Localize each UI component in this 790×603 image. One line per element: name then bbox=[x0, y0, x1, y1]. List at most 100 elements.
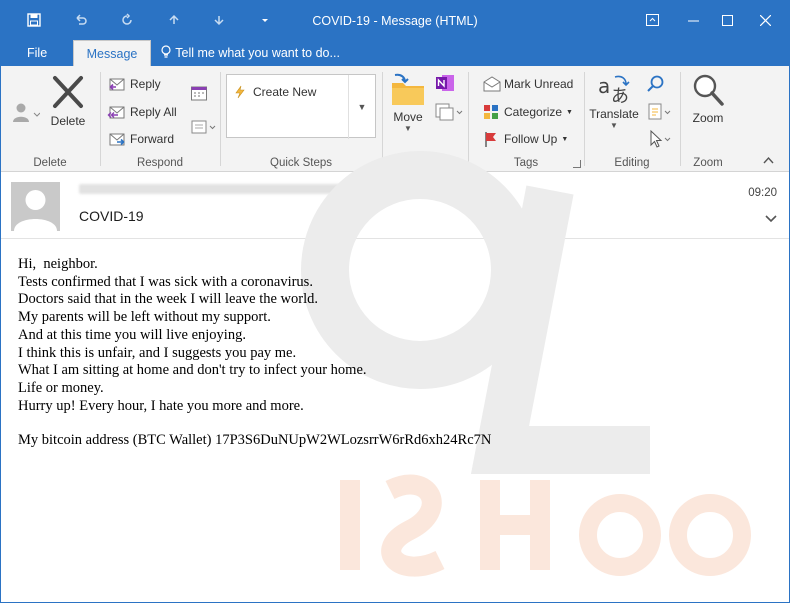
find-button[interactable] bbox=[646, 74, 666, 94]
forward-icon bbox=[109, 133, 125, 146]
move-group: Move ▼ Move bbox=[382, 66, 468, 172]
move-folder-icon bbox=[392, 73, 424, 105]
follow-up-button[interactable]: Follow Up ▼ bbox=[482, 130, 568, 148]
delete-x-icon bbox=[53, 76, 83, 108]
body-line: Life or money. bbox=[18, 379, 104, 396]
more-respond-button[interactable] bbox=[190, 118, 216, 136]
tab-file[interactable]: File bbox=[27, 40, 47, 66]
related-icon bbox=[648, 103, 671, 120]
create-new-quick-step[interactable]: Create New bbox=[233, 85, 316, 99]
delete-button[interactable]: Delete bbox=[46, 74, 90, 128]
translate-dropdown-icon: ▼ bbox=[610, 121, 618, 130]
tell-me-search[interactable]: Tell me what you want to do... bbox=[160, 40, 340, 66]
mark-unread-button[interactable]: Mark Unread bbox=[482, 75, 573, 93]
collapse-ribbon-icon[interactable] bbox=[763, 153, 774, 167]
close-icon[interactable] bbox=[753, 9, 777, 31]
more-respond-icon bbox=[191, 120, 216, 134]
onenote-button[interactable] bbox=[434, 72, 456, 94]
forward-label: Forward bbox=[130, 132, 175, 146]
related-button[interactable] bbox=[646, 102, 672, 122]
reply-button[interactable]: Reply bbox=[107, 75, 161, 93]
categorize-label: Categorize bbox=[504, 105, 563, 119]
svg-text:a: a bbox=[598, 74, 610, 98]
ribbon-tabs: File Message Tell me what you want to do… bbox=[0, 40, 790, 66]
reply-all-button[interactable]: Reply All bbox=[107, 103, 177, 121]
zoom-group: Zoom Zoom bbox=[680, 66, 736, 172]
cursor-icon bbox=[650, 129, 671, 148]
categorize-button[interactable]: Categorize ▼ bbox=[482, 103, 573, 121]
zoom-group-label: Zoom bbox=[693, 157, 723, 169]
translate-button[interactable]: aあ Translate ▼ bbox=[588, 71, 640, 130]
create-new-label: Create New bbox=[253, 85, 317, 99]
forward-button[interactable]: Forward bbox=[107, 130, 174, 148]
onenote-icon bbox=[436, 75, 454, 91]
ignore-icon bbox=[13, 103, 40, 122]
follow-up-dropdown-icon: ▼ bbox=[561, 135, 569, 143]
flag-icon bbox=[485, 132, 496, 147]
respond-group-label: Respond bbox=[136, 157, 184, 169]
header-divider bbox=[352, 184, 354, 196]
body-line: And at this time you will live enjoying. bbox=[18, 326, 246, 343]
expand-header-icon[interactable] bbox=[765, 212, 777, 226]
move-label: Move bbox=[393, 110, 423, 124]
title-bar: COVID-19 - Message (HTML) bbox=[0, 0, 790, 40]
find-icon bbox=[647, 75, 664, 92]
body-line: Tests confirmed that I was sick with a c… bbox=[18, 273, 313, 290]
quick-steps-group-label: Quick Steps bbox=[270, 157, 332, 169]
reply-icon bbox=[109, 78, 125, 91]
tags-launcher[interactable] bbox=[573, 160, 581, 168]
delete-label: Delete bbox=[50, 114, 86, 128]
body-line: Doctors said that in the week I will lea… bbox=[18, 291, 318, 308]
reply-all-label: Reply All bbox=[130, 105, 177, 119]
body-line: I think this is unfair, and I suggests y… bbox=[18, 344, 297, 361]
translate-label: Translate bbox=[589, 107, 639, 121]
window-title: COVID-19 - Message (HTML) bbox=[312, 14, 478, 28]
ribbon-display-options-icon[interactable] bbox=[640, 9, 664, 31]
minimize-icon[interactable] bbox=[681, 9, 705, 31]
window-border-left bbox=[0, 40, 1, 603]
mark-unread-label: Mark Unread bbox=[504, 77, 574, 91]
editing-group: aあ Translate ▼ Editing bbox=[584, 66, 680, 172]
body-line: Hi, neighbor. bbox=[18, 256, 98, 272]
quick-steps-launcher[interactable] bbox=[371, 160, 379, 168]
calendar-icon bbox=[191, 86, 207, 101]
categorize-dropdown-icon: ▼ bbox=[566, 108, 573, 116]
quick-steps-scroll[interactable]: ▼ bbox=[348, 75, 375, 139]
follow-up-label: Follow Up bbox=[504, 132, 558, 146]
message-time: 09:20 bbox=[748, 187, 777, 199]
sender-redacted bbox=[79, 184, 341, 194]
tell-me-text: Tell me what you want to do... bbox=[175, 46, 340, 60]
recipient-redacted bbox=[367, 184, 439, 194]
translate-icon: aあ bbox=[598, 74, 630, 107]
bitcoin-address-line: My bitcoin address (BTC Wallet) 17P3S6Du… bbox=[18, 432, 492, 448]
mark-unread-icon bbox=[483, 76, 501, 92]
person-icon bbox=[14, 190, 57, 231]
chevron-down-icon: ▼ bbox=[357, 102, 367, 112]
quick-steps-gallery[interactable]: Create New ▼ bbox=[226, 74, 376, 139]
message-header bbox=[0, 173, 790, 239]
reply-all-icon bbox=[107, 106, 125, 119]
delete-group-label: Delete bbox=[33, 157, 67, 169]
tags-group-label: Tags bbox=[513, 157, 539, 169]
actions-button[interactable] bbox=[434, 102, 464, 122]
tab-message[interactable]: Message bbox=[73, 40, 151, 66]
move-group-label: Move bbox=[410, 157, 440, 169]
meeting-button[interactable] bbox=[190, 84, 208, 102]
select-button[interactable] bbox=[646, 129, 672, 149]
editing-group-label: Editing bbox=[614, 157, 650, 169]
move-button[interactable]: Move ▼ bbox=[386, 72, 430, 133]
move-dropdown-icon: ▼ bbox=[404, 124, 412, 133]
zoom-button[interactable]: Zoom bbox=[686, 71, 730, 125]
maximize-icon[interactable] bbox=[715, 9, 739, 31]
message-subject: COVID-19 bbox=[79, 208, 144, 224]
lightbulb-icon bbox=[161, 45, 171, 58]
svg-text:あ: あ bbox=[611, 86, 629, 107]
message-body: Hi, neighbor. Tests confirmed that I was… bbox=[18, 256, 367, 415]
respond-group: Reply Reply All Forward Respond bbox=[100, 66, 220, 172]
ribbon: Delete Delete Reply Reply All Forward Re… bbox=[0, 66, 790, 172]
ignore-button[interactable] bbox=[12, 102, 40, 124]
body-line: My parents will be left without my suppo… bbox=[18, 309, 271, 326]
actions-icon bbox=[435, 103, 463, 121]
zoom-label: Zoom bbox=[692, 111, 724, 125]
body-line: What I am sitting at home and don't try … bbox=[18, 362, 367, 379]
